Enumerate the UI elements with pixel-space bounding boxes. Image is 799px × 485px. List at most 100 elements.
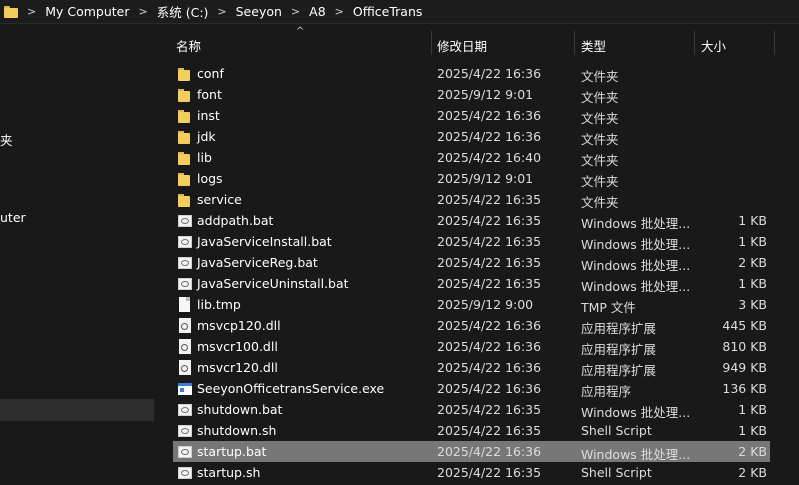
file-row[interactable]: JavaServiceInstall.bat 2025/4/22 16:35 Win… <box>173 231 770 252</box>
folder-icon <box>178 108 192 123</box>
file-row[interactable]: startup.sh 2025/4/22 16:35 Shell Script 2 K… <box>173 462 770 483</box>
file-row[interactable]: service 2025/4/22 16:35 文件夹 <box>173 189 770 210</box>
navigation-pane[interactable]: 夹 uter <box>0 25 156 485</box>
file-type: Windows 批处理... <box>581 279 691 294</box>
file-row[interactable]: shutdown.sh 2025/4/22 16:35 Shell Script 1 … <box>173 420 770 441</box>
column-header-type[interactable]: 类型 <box>581 36 606 55</box>
file-date-modified: 2025/4/22 16:35 <box>437 465 542 480</box>
nav-item-computer[interactable]: uter <box>0 210 26 225</box>
file-row[interactable]: startup.bat 2025/4/22 16:36 Windows 批处理...… <box>173 441 770 462</box>
file-size: 1 KB <box>738 234 767 249</box>
file-size: 2 KB <box>738 255 767 270</box>
file-row[interactable]: addpath.bat 2025/4/22 16:35 Windows 批处理...… <box>173 210 770 231</box>
dll-file-icon <box>179 339 191 354</box>
column-divider[interactable] <box>694 31 695 55</box>
file-size: 1 KB <box>738 276 767 291</box>
batch-file-icon <box>178 467 192 479</box>
column-divider[interactable] <box>431 31 432 55</box>
file-name: SeeyonOfficetransService.exe <box>197 381 385 396</box>
dll-file-icon <box>179 360 191 375</box>
file-row[interactable]: conf 2025/4/22 16:36 文件夹 <box>173 63 770 84</box>
file-name: JavaServiceReg.bat <box>197 255 318 270</box>
file-date-modified: 2025/4/22 16:35 <box>437 255 542 270</box>
file-date-modified: 2025/4/22 16:36 <box>437 66 542 81</box>
file-row[interactable]: msvcr120.dll 2025/4/22 16:36 应用程序扩展 949 KB <box>173 357 770 378</box>
file-name: inst <box>197 108 220 123</box>
breadcrumb-officetrans[interactable]: OfficeTrans <box>353 4 423 19</box>
file-row[interactable]: logs 2025/9/12 9:01 文件夹 <box>173 168 770 189</box>
file-size: 2 KB <box>738 465 767 480</box>
sort-ascending-icon: ^ <box>296 26 305 37</box>
file-type: 文件夹 <box>581 195 619 210</box>
breadcrumb-seeyon[interactable]: Seeyon <box>236 4 282 19</box>
file-type: 应用程序扩展 <box>581 321 657 336</box>
file-row[interactable]: inst 2025/4/22 16:36 文件夹 <box>173 105 770 126</box>
file-type: Windows 批处理... <box>581 216 691 231</box>
file-row[interactable]: JavaServiceReg.bat 2025/4/22 16:35 Windows… <box>173 252 770 273</box>
file-type: Windows 批处理... <box>581 258 691 273</box>
file-type: 文件夹 <box>581 132 619 147</box>
file-row[interactable]: msvcp120.dll 2025/4/22 16:36 应用程序扩展 445 KB <box>173 315 770 336</box>
file-row[interactable]: font 2025/9/12 9:01 文件夹 <box>173 84 770 105</box>
file-date-modified: 2025/4/22 16:40 <box>437 150 542 165</box>
file-size: 3 KB <box>738 297 767 312</box>
chevron-right-icon[interactable]: > <box>139 5 148 18</box>
file-name: msvcp120.dll <box>197 318 281 333</box>
file-size: 2 KB <box>738 444 767 459</box>
file-row[interactable]: SeeyonOfficetransService.exe 2025/4/22 16… <box>173 378 770 399</box>
file-name: lib.tmp <box>197 297 241 312</box>
file-date-modified: 2025/4/22 16:35 <box>437 423 542 438</box>
file-list-pane[interactable]: ^ 名称 修改日期 类型 大小 conf 2025/4/22 16:36 文件夹 fo… <box>157 25 799 485</box>
file-date-modified: 2025/4/22 16:36 <box>437 318 542 333</box>
column-header-name[interactable]: 名称 <box>176 36 201 55</box>
chevron-right-icon[interactable]: > <box>291 5 300 18</box>
folder-icon <box>178 87 192 102</box>
folder-icon <box>178 192 192 207</box>
column-divider[interactable] <box>774 31 775 55</box>
file-type: Windows 批处理... <box>581 447 691 462</box>
nav-item-selected[interactable] <box>0 399 154 421</box>
file-type: TMP 文件 <box>581 300 636 315</box>
file-type: Windows 批处理... <box>581 237 691 252</box>
file-name: logs <box>197 171 223 186</box>
file-name: startup.bat <box>197 444 267 459</box>
file-date-modified: 2025/4/22 16:35 <box>437 402 542 417</box>
chevron-right-icon[interactable]: > <box>217 5 226 18</box>
file-type: Shell Script <box>581 423 652 438</box>
batch-file-icon <box>178 278 192 290</box>
file-row[interactable]: JavaServiceUninstall.bat 2025/4/22 16:35 W… <box>173 273 770 294</box>
batch-file-icon <box>178 215 192 227</box>
file-name: msvcr100.dll <box>197 339 278 354</box>
file-type: Shell Script <box>581 465 652 480</box>
file-row[interactable]: msvcr100.dll 2025/4/22 16:36 应用程序扩展 810 KB <box>173 336 770 357</box>
column-divider[interactable] <box>574 31 575 55</box>
chevron-right-icon[interactable]: > <box>27 5 36 18</box>
address-bar[interactable]: > My Computer > 系统 (C:) > Seeyon > A8 > … <box>0 0 799 24</box>
file-type: 应用程序扩展 <box>581 342 657 357</box>
file-name: conf <box>197 66 224 81</box>
file-row[interactable]: lib 2025/4/22 16:40 文件夹 <box>173 147 770 168</box>
file-row[interactable]: lib.tmp 2025/9/12 9:00 TMP 文件 3 KB <box>173 294 770 315</box>
file-date-modified: 2025/4/22 16:35 <box>437 234 542 249</box>
file-date-modified: 2025/9/12 9:00 <box>437 297 534 312</box>
breadcrumb-system-c[interactable]: 系统 (C:) <box>157 2 209 21</box>
chevron-right-icon[interactable]: > <box>335 5 344 18</box>
folder-icon <box>178 150 192 165</box>
breadcrumb-a8[interactable]: A8 <box>309 4 326 19</box>
file-type: 文件夹 <box>581 153 619 168</box>
file-name: service <box>197 192 242 207</box>
file-row[interactable]: shutdown.bat 2025/4/22 16:35 Windows 批处理..… <box>173 399 770 420</box>
file-type: 文件夹 <box>581 111 619 126</box>
file-type: Windows 批处理... <box>581 405 691 420</box>
breadcrumb-my-computer[interactable]: My Computer <box>45 4 129 19</box>
file-type: 文件夹 <box>581 90 619 105</box>
file-row[interactable]: jdk 2025/4/22 16:36 文件夹 <box>173 126 770 147</box>
column-header-date[interactable]: 修改日期 <box>437 36 487 55</box>
file-type: 文件夹 <box>581 69 619 84</box>
file-name: shutdown.bat <box>197 402 283 417</box>
column-header-size[interactable]: 大小 <box>701 36 726 55</box>
file-name: addpath.bat <box>197 213 274 228</box>
file-size: 949 KB <box>722 360 767 375</box>
file-date-modified: 2025/4/22 16:36 <box>437 381 542 396</box>
nav-item-folder[interactable]: 夹 <box>0 130 13 149</box>
